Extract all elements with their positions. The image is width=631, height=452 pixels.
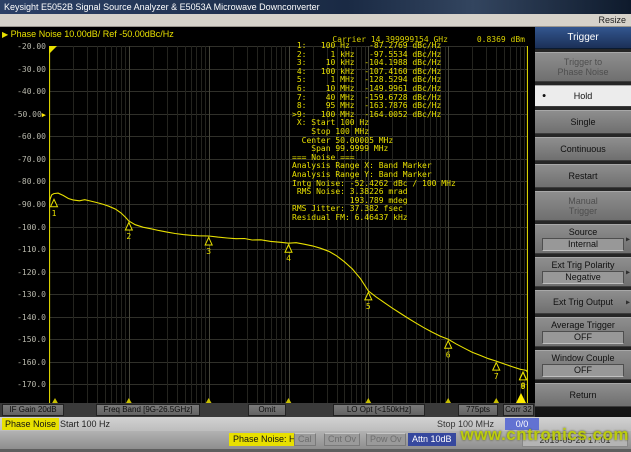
y-axis-tick-label: -60.00 [0,132,46,141]
config-field: Freq Band [9G-26.5GHz] [96,404,200,416]
softkey-label: Ext Trig Polarity [535,260,631,270]
softkey-manual[interactable]: ManualTrigger [535,191,631,221]
config-field: LO Opt [<150kHz] [333,404,425,416]
resize-bar: Resize [0,14,631,27]
instrument-display: ▶ Phase Noise 10.00dB/ Ref -50.00dBc/Hz … [0,27,535,417]
measurement-mode-badge[interactable]: Phase Noise [2,418,59,430]
softkey-menu-title: Trigger [535,27,631,49]
watermark: www.cntronics.com [461,425,629,445]
y-axis-tick-label: -140.0 [0,313,46,322]
softkey-menu: Trigger Trigger toPhase Noise Hold● Single C… [535,27,631,417]
softkey-continuous[interactable]: Continuous [535,137,631,161]
softkey-label: Return [535,390,631,400]
config-field: IF Gain 20dB [2,404,64,416]
softkey-label: Ext Trig Output [535,297,631,307]
trace-marker-icon[interactable] [51,199,58,207]
trace-marker-number: 2 [126,232,131,241]
trace-marker-number: 1 [52,209,57,218]
phase-noise-plot[interactable]: 123456789 [49,46,528,407]
softkey-label: Continuous [535,144,631,154]
softkey-label: Hold [535,91,631,101]
softkey-label: Single [535,117,631,127]
y-axis-tick-label: -130.0 [0,290,46,299]
sweep-start-label: Start 100 Hz [60,418,110,430]
marker-readout-line: Residual FM: 6.46437 kHz [292,214,456,223]
softkey-label: Manual [535,196,631,206]
measurement-config-row: IF Gain 20dB Freq Band [9G-26.5GHz] Omit LO… [0,403,535,417]
y-axis-tick-label: -120.0 [0,268,46,277]
y-axis-tick-label: -20.00 [0,42,46,51]
trace-marker-number: 4 [286,254,291,263]
phase-noise-chart: 123456789 [49,46,528,407]
softkey-label: Window Couple [535,353,631,363]
cal-indicator: Cal [294,433,316,446]
y-axis-tick-label: -100.0 [0,223,46,232]
softkey-value: Negative [542,271,624,284]
selected-bullet-icon: ● [542,93,546,100]
config-field: 775pts [458,404,498,416]
attenuator-badge: Attn 10dB [408,433,456,446]
softkey-label: Source [535,227,631,237]
y-axis-tick-label: -110.0 [0,245,46,254]
app-window: Keysight E5052B Signal Source Analyzer &… [0,0,631,452]
softkey-average-trigger[interactable]: Average TriggerOFF [535,317,631,347]
y-axis-tick-label: -150.0 [0,335,46,344]
softkey-label: Trigger [535,206,631,216]
y-axis-tick-label: -50.00▶ [0,110,46,119]
trace-marker-number: 7 [494,372,499,381]
window-titlebar: Keysight E5052B Signal Source Analyzer &… [0,0,631,14]
trace-marker-number: 5 [366,302,371,311]
softkey-label: Phase Noise [535,67,631,77]
y-axis-tick-label: -160.0 [0,358,46,367]
y-axis-tick-label: -40.00 [0,87,46,96]
trace-scale-label: Phase Noise 10.00dB/ Ref -50.00dBc/Hz [11,29,174,39]
softkey-ext-trig-output[interactable]: Ext Trig Output▸ [535,290,631,314]
y-axis-tick-label: -70.00 [0,155,46,164]
softkey-source[interactable]: SourceInternal▸ [535,224,631,254]
softkey-single[interactable]: Single [535,110,631,134]
y-axis-tick-label: -30.00 [0,65,46,74]
phase-noise-trace [49,193,528,372]
softkey-restart[interactable]: Restart [535,164,631,188]
plot-corner-flag [49,46,57,54]
softkey-value: Internal [542,238,624,251]
config-field: Omit [248,404,286,416]
submenu-arrow-icon: ▸ [626,268,630,277]
trace-marker-icon[interactable] [285,245,292,253]
trace-marker-number: 3 [206,247,211,256]
softkey-value: OFF [542,364,624,377]
softkey-label: Average Trigger [535,320,631,330]
trace-marker-icon[interactable] [125,222,132,230]
y-axis-tick-label: -90.00 [0,200,46,209]
submenu-arrow-icon: ▸ [626,298,630,307]
count-overload-indicator: Cnt Ov [324,433,360,446]
softkey-trigger-to[interactable]: Trigger toPhase Noise [535,52,631,82]
softkey-label: Trigger to [535,57,631,67]
submenu-arrow-icon: ▸ [626,235,630,244]
y-axis-tick-label: -170.0 [0,380,46,389]
trace-header[interactable]: ▶ Phase Noise 10.00dB/ Ref -50.00dBc/Hz [2,29,174,39]
softkey-window-couple[interactable]: Window CoupleOFF [535,350,631,380]
reference-level-arrow-icon: ▶ [42,111,46,119]
softkey-ext-trig-polarity[interactable]: Ext Trig PolarityNegative▸ [535,257,631,287]
carrier-power: 0.8369 dBm [477,35,525,44]
resize-button[interactable]: Resize [598,15,626,25]
marker-readout-panel: 1: 100 Hz -87.2769 dBc/Hz 2: 1 kHz -97.5… [292,42,456,222]
power-overload-indicator: Pow Ov [366,433,406,446]
trace-marker-icon[interactable] [205,237,212,245]
config-field: Corr 32 [503,404,534,416]
softkey-label: Restart [535,171,631,181]
softkey-return[interactable]: Return [535,383,631,407]
window-title: Keysight E5052B Signal Source Analyzer &… [4,2,320,12]
main-area: ▶ Phase Noise 10.00dB/ Ref -50.00dBc/Hz … [0,27,631,417]
trace-marker-number: 6 [446,350,451,359]
y-axis-tick-label: -80.00 [0,177,46,186]
active-trace-icon: ▶ [2,30,8,39]
trace-marker-icon[interactable] [493,363,500,371]
softkey-value: OFF [542,331,624,344]
trace-marker-number: 9 [521,382,526,391]
softkey-hold[interactable]: Hold● [535,85,631,107]
